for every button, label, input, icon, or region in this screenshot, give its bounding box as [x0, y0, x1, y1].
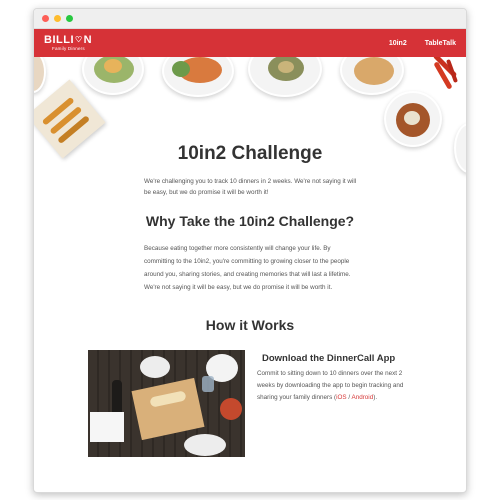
food-plate-image [162, 57, 234, 97]
chili-peppers-image [426, 57, 462, 95]
food-plate-image [248, 57, 322, 97]
nav-links: 10in2 TableTalk [389, 40, 456, 47]
download-app-text: Commit to sitting down to 10 dinners ove… [257, 368, 417, 404]
soup-bowl-image [384, 91, 442, 147]
android-link[interactable]: Android [352, 394, 374, 401]
maximize-window-dot[interactable] [66, 15, 73, 22]
food-plate-image [34, 57, 46, 93]
why-paragraph: Because eating together more consistentl… [144, 245, 351, 291]
dinner-table-photo [88, 350, 245, 457]
logo-text-left: BILLI [44, 33, 74, 46]
browser-window: BILLI ♡ N Family Dinners 10in2 TableTalk [33, 8, 467, 493]
window-titlebar [34, 9, 466, 29]
intro-paragraph: We're challenging you to track 10 dinner… [144, 178, 357, 196]
ios-link[interactable]: iOS [336, 394, 347, 401]
site-navbar: BILLI ♡ N Family Dinners 10in2 TableTalk [34, 29, 466, 57]
food-plate-image [340, 57, 404, 95]
food-plate-image [82, 57, 144, 95]
close-window-dot[interactable] [42, 15, 49, 22]
download-text-body: Commit to sitting down to 10 dinners ove… [257, 370, 404, 401]
download-app-title: Download the DinnerCall App [262, 353, 396, 364]
how-heading: How it Works [205, 317, 295, 333]
logo-text-right: N [83, 33, 93, 46]
site-logo[interactable]: BILLI ♡ N Family Dinners [44, 33, 93, 52]
logo-tagline: Family Dinners [52, 45, 85, 51]
why-heading: Why Take the 10in2 Challenge? [145, 213, 355, 229]
heart-o-icon: ♡ [75, 35, 83, 45]
nav-link-tabletalk[interactable]: TableTalk [425, 40, 456, 47]
minimize-window-dot[interactable] [54, 15, 61, 22]
page-title: 10in2 Challenge [177, 143, 323, 164]
nav-link-10in2[interactable]: 10in2 [389, 40, 407, 47]
page-content: 10in2 Challenge We're challenging you to… [34, 57, 466, 492]
download-text-closing: ). [373, 394, 378, 401]
